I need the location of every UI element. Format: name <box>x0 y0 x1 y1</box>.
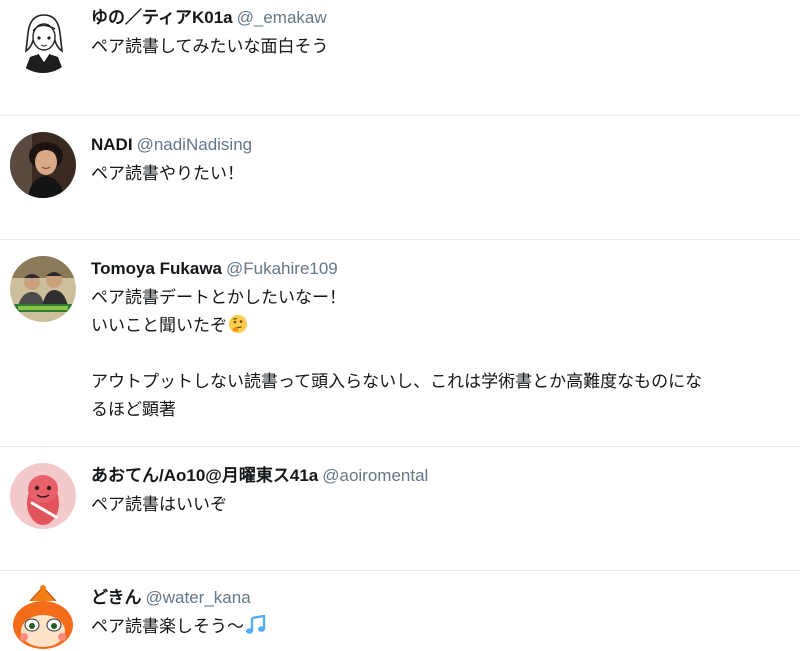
tweet-text: ペア読書してみたいな面白そう <box>91 33 792 61</box>
tweet-text: ペア読書はいいぞ <box>91 491 792 519</box>
avatar[interactable] <box>10 132 76 198</box>
tweet-header: どきん @water_kana <box>91 587 792 609</box>
display-name[interactable]: どきん <box>91 588 142 607</box>
tweet-text: ペア読書やりたい！ <box>91 160 792 188</box>
avatar[interactable] <box>10 463 76 529</box>
tweet-item[interactable]: NADI @nadiNadising ペア読書やりたい！ <box>0 116 800 240</box>
avatar[interactable] <box>10 585 76 651</box>
woman-photo-avatar-image <box>10 132 76 198</box>
thinking-face-emoji-icon <box>228 314 248 334</box>
tweet-item[interactable]: Tomoya Fukawa @Fukahire109 ペア読書デートとかしたいなー… <box>0 240 800 447</box>
tweet-text-line: ペア読書楽しそう〜 <box>91 613 792 641</box>
user-handle[interactable]: @aoiromental <box>322 466 428 485</box>
user-handle[interactable]: @_emakaw <box>237 8 327 27</box>
user-handle[interactable]: @water_kana <box>146 588 251 607</box>
avatar[interactable] <box>10 7 76 73</box>
anime-girl-avatar-image <box>10 7 76 73</box>
tweet-text-line: ペア読書デートとかしたいなー！ <box>91 288 346 307</box>
pink-character-avatar-image <box>10 463 76 529</box>
display-name[interactable]: あおてん/Ao10@月曜東ス41a <box>91 466 318 485</box>
tweet-item[interactable]: あおてん/Ao10@月曜東ス41a @aoiromental ペア読書はいいぞ <box>0 447 800 571</box>
tweet-text-line: アウトプットしない読書って頭入らないし、これは学術書とか高難度なものにな <box>91 372 703 391</box>
tweet-text-line: いいこと聞いたぞ <box>91 312 792 340</box>
display-name[interactable]: ゆの／ティアK01a <box>91 8 233 27</box>
tweet-header: ゆの／ティアK01a @_emakaw <box>91 7 792 29</box>
tweet-header: あおてん/Ao10@月曜東ス41a @aoiromental <box>91 465 792 487</box>
tweet-item[interactable]: どきん @water_kana ペア読書楽しそう〜 <box>0 571 800 651</box>
user-handle[interactable]: @nadiNadising <box>137 135 253 154</box>
tweet-header: Tomoya Fukawa @Fukahire109 <box>91 258 792 280</box>
music-notes-emoji-icon <box>245 615 267 635</box>
tweet-text-line: ペア読書してみたいな面白そう <box>91 37 329 56</box>
tweet-header: NADI @nadiNadising <box>91 134 792 156</box>
tweet-feed: ゆの／ティアK01a @_emakaw ペア読書してみたいな面白そう NADI @n… <box>0 0 800 651</box>
tweet-text-line: ペア読書はいいぞ <box>91 495 227 514</box>
display-name[interactable]: NADI <box>91 135 133 154</box>
two-men-photo-avatar-image <box>10 256 76 322</box>
tweet-text: ペア読書デートとかしたいなー！ いいこと聞いたぞ アウトプットしない読書って頭入… <box>91 284 792 424</box>
user-handle[interactable]: @Fukahire109 <box>226 259 338 278</box>
display-name[interactable]: Tomoya Fukawa <box>91 259 222 278</box>
dokin-character-avatar-image <box>10 585 76 651</box>
tweet-text-line: るほど顕著 <box>91 400 176 419</box>
tweet-text-line: ペア読書やりたい！ <box>91 164 244 183</box>
tweet-text-fragment: ペア読書楽しそう〜 <box>91 617 244 636</box>
tweet-text: ペア読書楽しそう〜 <box>91 613 792 641</box>
avatar[interactable] <box>10 256 76 322</box>
tweet-item[interactable]: ゆの／ティアK01a @_emakaw ペア読書してみたいな面白そう <box>0 0 800 116</box>
tweet-text-fragment: いいこと聞いたぞ <box>91 316 227 335</box>
